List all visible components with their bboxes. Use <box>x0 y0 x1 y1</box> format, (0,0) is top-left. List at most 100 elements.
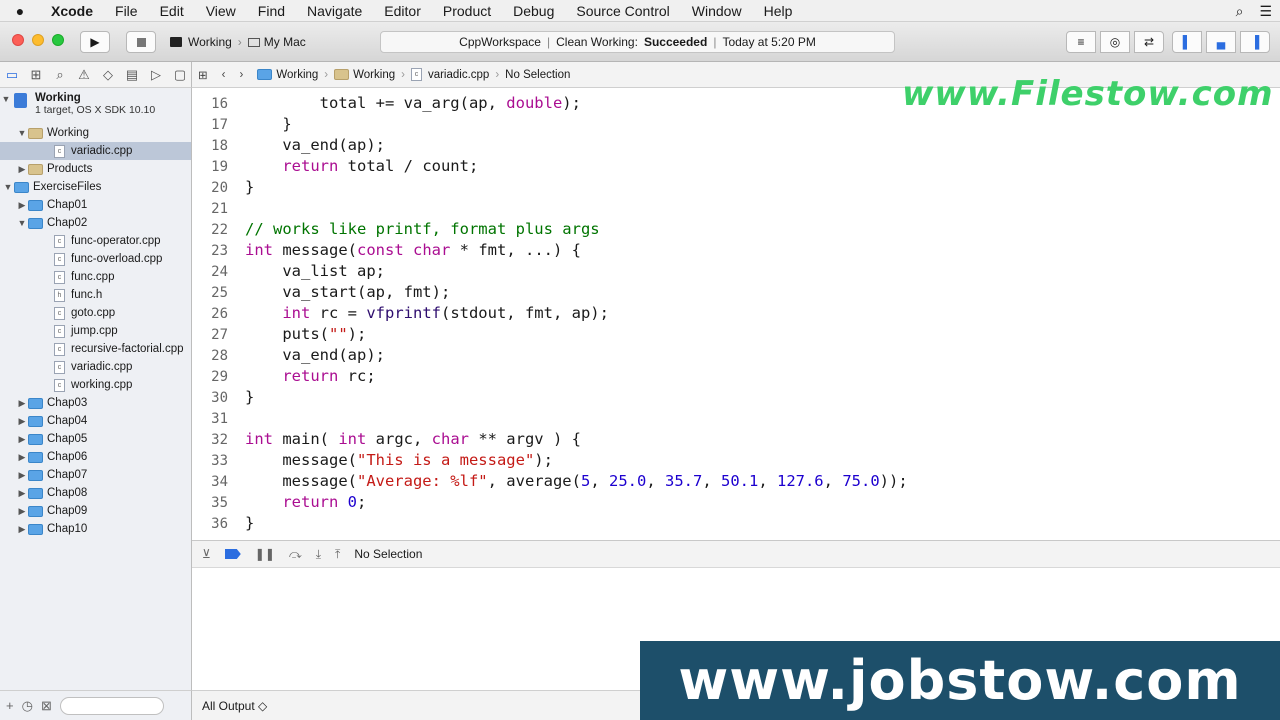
navigator-item[interactable]: c func-overload.cpp <box>0 250 191 268</box>
navigator-item[interactable]: ▶ Chap07 <box>0 466 191 484</box>
version-editor-button[interactable]: ⇄ <box>1134 31 1164 53</box>
code-line[interactable]: 19 return total / count; <box>192 156 1280 177</box>
navigator-item[interactable]: ▼ Working <box>0 124 191 142</box>
debug-navigator-icon[interactable]: ▤ <box>124 67 140 83</box>
navigator-item[interactable]: c func-operator.cpp <box>0 232 191 250</box>
run-button[interactable]: ▶ <box>80 31 110 53</box>
disclosure-open-icon[interactable]: ▼ <box>0 94 12 104</box>
navigator-item[interactable]: ▶ Chap05 <box>0 430 191 448</box>
disclosure-closed-icon[interactable]: ▶ <box>16 434 28 445</box>
disclosure-closed-icon[interactable]: ▶ <box>16 488 28 499</box>
toggle-debug-area-button[interactable]: ▄ <box>1206 31 1236 53</box>
menu-edit[interactable]: Edit <box>149 0 195 22</box>
breadcrumb-item[interactable]: Working › <box>334 68 405 81</box>
project-navigator-icon[interactable]: ▭ <box>4 67 20 83</box>
disclosure-closed-icon[interactable]: ▶ <box>16 200 28 211</box>
navigator-item[interactable]: c variadic.cpp <box>0 358 191 376</box>
close-window-button[interactable] <box>12 34 24 46</box>
navigator-item[interactable]: ▶ Chap06 <box>0 448 191 466</box>
find-navigator-icon[interactable]: ⌕ <box>52 67 68 83</box>
minimize-window-button[interactable] <box>32 34 44 46</box>
navigator-item[interactable]: h func.h <box>0 286 191 304</box>
disclosure-open-icon[interactable]: ▼ <box>16 128 28 138</box>
code-line[interactable]: 22 // works like printf, format plus args <box>192 219 1280 240</box>
output-selector[interactable]: All Output ◇ <box>202 699 267 713</box>
code-line[interactable]: 17 } <box>192 114 1280 135</box>
code-line[interactable]: 20} <box>192 177 1280 198</box>
step-into-icon[interactable]: ⤓ <box>316 547 321 562</box>
disclosure-open-icon[interactable]: ▼ <box>2 182 14 192</box>
navigator-filter-field[interactable] <box>59 696 164 715</box>
assistant-editor-button[interactable]: ◎ <box>1100 31 1130 53</box>
breadcrumb-item[interactable]: c variadic.cpp › <box>410 68 499 81</box>
code-line[interactable]: 28 va_end(ap); <box>192 345 1280 366</box>
navigator-item[interactable]: ▶ Chap09 <box>0 502 191 520</box>
code-line[interactable]: 26 int rc = vfprintf(stdout, fmt, ap); <box>192 303 1280 324</box>
code-line[interactable]: 34 message("Average: %lf", average(5, 25… <box>192 471 1280 492</box>
breadcrumb-item[interactable]: No Selection <box>505 68 570 81</box>
pause-icon[interactable]: ❚❚ <box>255 547 275 561</box>
step-out-icon[interactable]: ⤒ <box>335 547 340 562</box>
apple-icon[interactable]: ● <box>0 3 40 19</box>
menu-file[interactable]: File <box>104 0 149 22</box>
code-line[interactable]: 18 va_end(ap); <box>192 135 1280 156</box>
back-arrow-icon[interactable]: ‹ <box>222 69 226 81</box>
menu-editor[interactable]: Editor <box>373 0 432 22</box>
scm-filter-icon[interactable]: ⊠ <box>41 698 52 714</box>
project-root-row[interactable]: ▼ Working 1 target, OS X SDK 10.10 <box>0 88 191 124</box>
code-line[interactable]: 36} <box>192 513 1280 534</box>
report-navigator-icon[interactable]: ▢ <box>172 67 188 83</box>
navigator-item[interactable]: ▶ Chap01 <box>0 196 191 214</box>
menu-navigate[interactable]: Navigate <box>296 0 373 22</box>
navigator-item[interactable]: ▶ Chap10 <box>0 520 191 538</box>
toggle-utilities-button[interactable]: ▐ <box>1240 31 1270 53</box>
navigator-item[interactable]: ▶ Chap08 <box>0 484 191 502</box>
navigator-item[interactable]: c goto.cpp <box>0 304 191 322</box>
menu-product[interactable]: Product <box>432 0 502 22</box>
navigator-item[interactable]: c jump.cpp <box>0 322 191 340</box>
scheme-selector[interactable]: Working › My Mac <box>170 31 306 53</box>
navigator-item[interactable]: ▶ Products <box>0 160 191 178</box>
menu-view[interactable]: View <box>195 0 247 22</box>
navigator-item[interactable]: c recursive-factorial.cpp <box>0 340 191 358</box>
disclosure-closed-icon[interactable]: ▶ <box>16 470 28 481</box>
code-line[interactable]: 29 return rc; <box>192 366 1280 387</box>
notification-center-icon[interactable]: ☰ <box>1259 3 1272 20</box>
code-line[interactable]: 33 message("This is a message"); <box>192 450 1280 471</box>
source-editor[interactable]: 16 total += va_arg(ap, double); 17 } 18 va… <box>192 88 1280 540</box>
recent-files-icon[interactable]: ◷ <box>22 698 33 714</box>
navigator-item[interactable]: ▶ Chap03 <box>0 394 191 412</box>
menu-find[interactable]: Find <box>247 0 296 22</box>
related-items-icon[interactable]: ⊞ <box>198 68 208 82</box>
symbol-navigator-icon[interactable]: ⊞ <box>28 67 44 83</box>
navigator-item[interactable]: c working.cpp <box>0 376 191 394</box>
toggle-navigator-button[interactable]: ▌ <box>1172 31 1202 53</box>
menu-debug[interactable]: Debug <box>502 0 565 22</box>
code-line[interactable]: 21 <box>192 198 1280 219</box>
test-navigator-icon[interactable]: ◇ <box>100 67 116 83</box>
menu-help[interactable]: Help <box>753 0 804 22</box>
navigator-item[interactable]: ▼ ExerciseFiles <box>0 178 191 196</box>
disclosure-closed-icon[interactable]: ▶ <box>16 416 28 427</box>
disclosure-closed-icon[interactable]: ▶ <box>16 398 28 409</box>
forward-arrow-icon[interactable]: › <box>239 69 243 81</box>
code-line[interactable]: 32 int main( int argc, char ** argv ) { <box>192 429 1280 450</box>
stop-button[interactable] <box>126 31 156 53</box>
menu-source-control[interactable]: Source Control <box>565 0 680 22</box>
step-over-icon[interactable]: ⤼ <box>289 547 302 562</box>
breadcrumb-item[interactable]: Working › <box>257 68 328 81</box>
disclosure-open-icon[interactable]: ▼ <box>16 218 28 228</box>
navigator-item[interactable]: ▶ Chap04 <box>0 412 191 430</box>
zoom-window-button[interactable] <box>52 34 64 46</box>
code-line[interactable]: 31 <box>192 408 1280 429</box>
disclosure-closed-icon[interactable]: ▶ <box>16 506 28 517</box>
navigator-item[interactable]: c func.cpp <box>0 268 191 286</box>
disclosure-closed-icon[interactable]: ▶ <box>16 524 28 535</box>
code-line[interactable]: 25 va_start(ap, fmt); <box>192 282 1280 303</box>
issue-navigator-icon[interactable]: ⚠ <box>76 67 92 83</box>
standard-editor-button[interactable]: ≡ <box>1066 31 1096 53</box>
code-line[interactable]: 23 int message(const char * fmt, ...) { <box>192 240 1280 261</box>
add-icon[interactable]: + <box>6 698 14 713</box>
menu-app[interactable]: Xcode <box>40 0 104 22</box>
navigator-item[interactable]: c variadic.cpp <box>0 142 191 160</box>
